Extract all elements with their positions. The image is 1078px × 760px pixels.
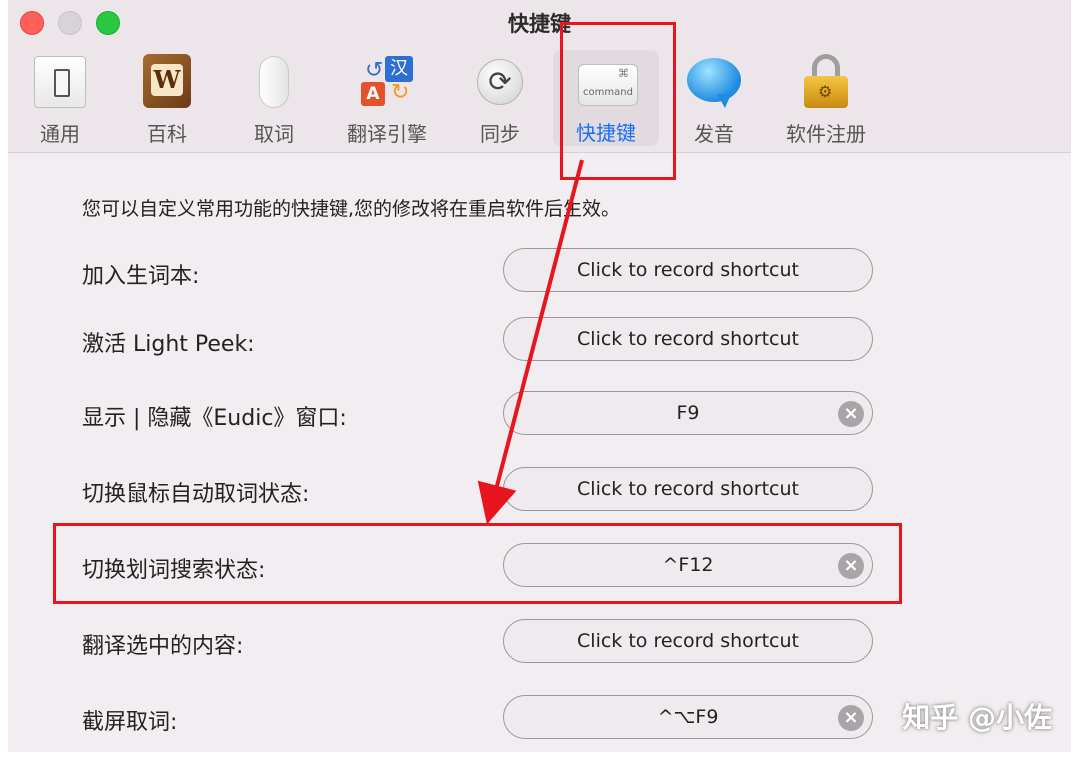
annotation-arrow bbox=[477, 159, 584, 525]
watermark-text: 知乎 @小佐 bbox=[902, 701, 1052, 734]
